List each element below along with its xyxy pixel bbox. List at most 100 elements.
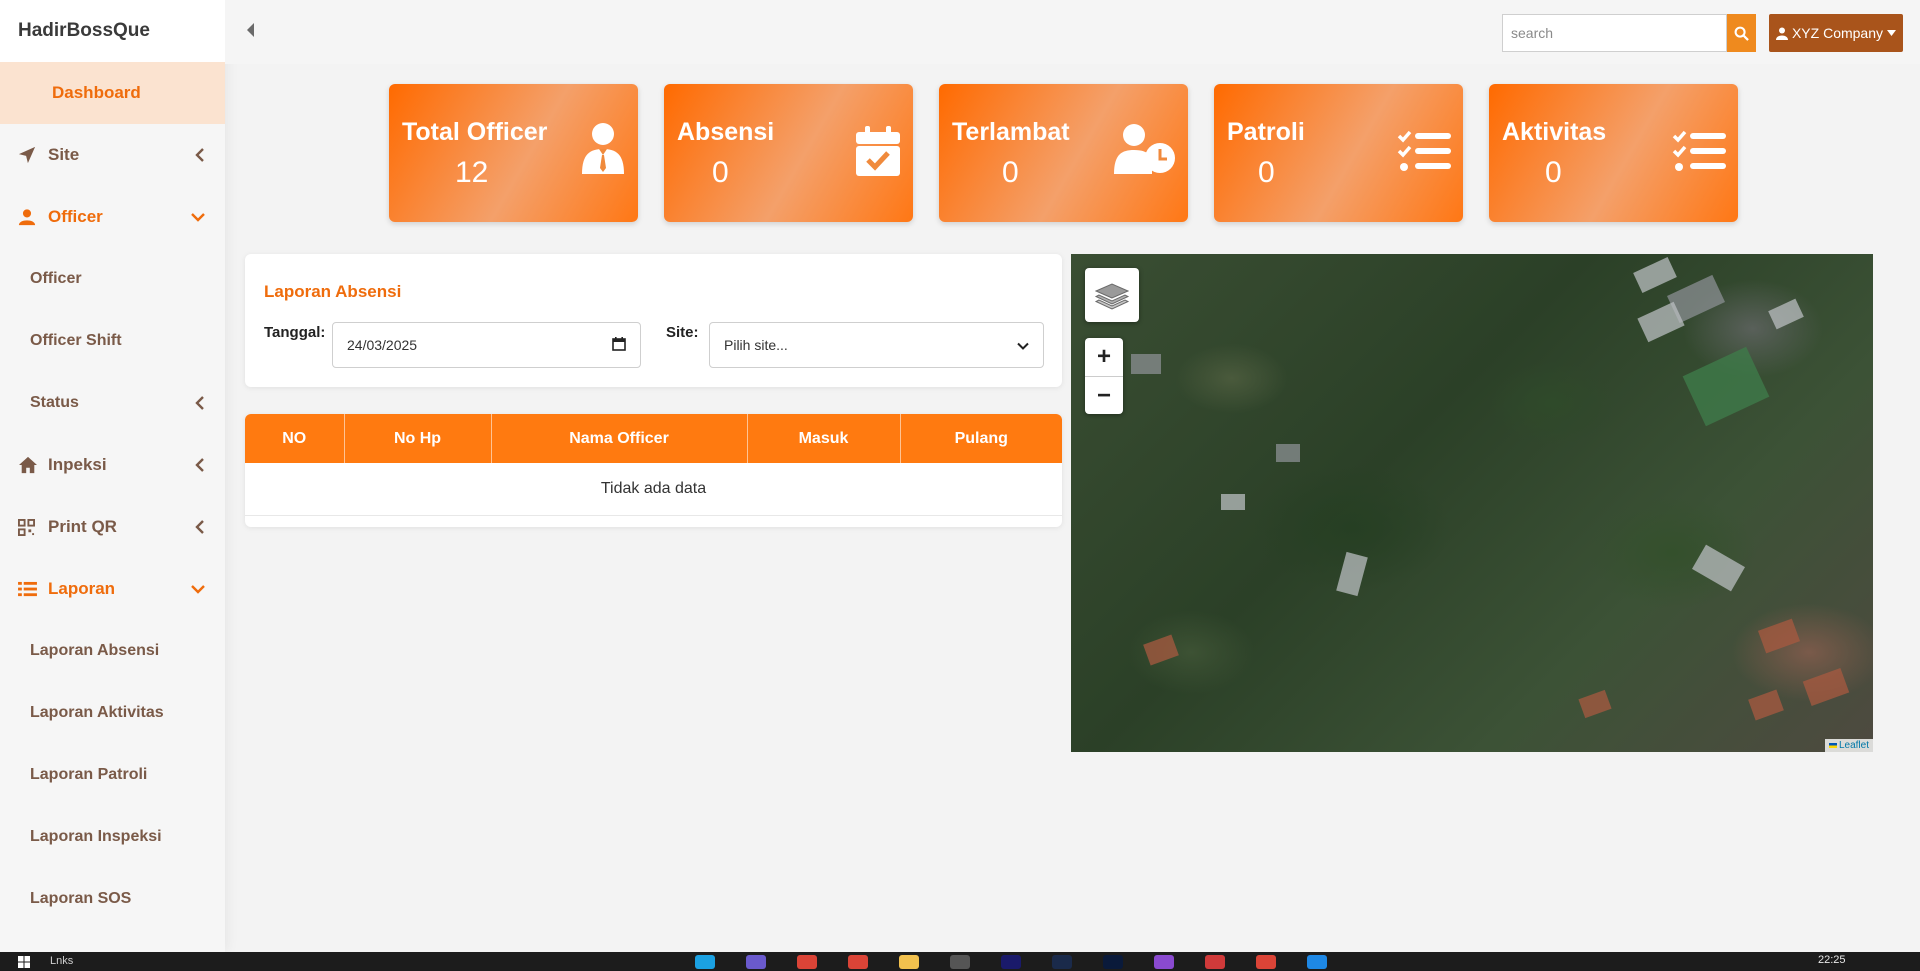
sidebar-subitem-laporan-absensi[interactable]: Laporan Absensi: [0, 620, 225, 682]
tanggal-date-input[interactable]: 24/03/2025: [332, 322, 641, 368]
top-bar: XYZ Company: [225, 0, 1920, 64]
sidebar-subitem-laporan-inspeksi[interactable]: Laporan Inspeksi: [0, 806, 225, 868]
map-attribution-link[interactable]: Leaflet: [1824, 739, 1873, 752]
sidebar-item-label: Laporan Absensi: [30, 642, 160, 659]
map-building: [1768, 298, 1804, 330]
sidebar-item-label: Officer: [48, 207, 103, 226]
taskbar-search[interactable]: Lnks: [50, 955, 73, 967]
chrome-icon[interactable]: [797, 955, 817, 969]
user-icon: [18, 208, 48, 226]
stat-card-absensi[interactable]: Absensi 0: [664, 84, 913, 222]
sidebar-item-label: Officer Shift: [30, 332, 122, 349]
app-icon[interactable]: [1154, 955, 1174, 969]
stat-card-terlambat[interactable]: Terlambat 0: [939, 84, 1188, 222]
stat-card-title: Terlambat: [952, 118, 1070, 146]
calendar-check-icon: [855, 126, 901, 181]
voice-app-icon[interactable]: [1205, 955, 1225, 969]
sidebar-subitem-status[interactable]: Status: [0, 372, 225, 434]
sidebar-item-print-qr[interactable]: Print QR: [0, 496, 225, 558]
map-layers-button[interactable]: [1085, 268, 1139, 322]
vscode-icon[interactable]: [1307, 955, 1327, 969]
brand-logo-text[interactable]: HadirBossQue: [0, 0, 225, 62]
absensi-table: NO No Hp Nama Officer Masuk Pulang Tidak…: [245, 414, 1062, 527]
file-explorer-icon[interactable]: [899, 955, 919, 969]
column-header-pulang[interactable]: Pulang: [900, 414, 1062, 463]
map-building: [1336, 551, 1368, 597]
sidebar-item-site[interactable]: Site: [0, 124, 225, 186]
stat-card-total-officer[interactable]: Total Officer 12: [389, 84, 638, 222]
chevron-down-icon: [191, 584, 205, 594]
column-header-no-hp[interactable]: No Hp: [344, 414, 492, 463]
tanggal-label: Tanggal:: [264, 324, 326, 341]
sidebar-item-label: Status: [30, 394, 79, 411]
company-dropdown-button[interactable]: XYZ Company: [1769, 14, 1903, 52]
panel-title: Laporan Absensi: [264, 282, 402, 301]
copilot-icon[interactable]: [746, 955, 766, 969]
map-building: [1802, 667, 1850, 707]
sidebar-item-label: Print QR: [48, 517, 117, 536]
sidebar-item-dashboard[interactable]: Dashboard: [0, 62, 225, 124]
laporan-absensi-panel: Laporan Absensi Tanggal: 24/03/2025 Site…: [245, 254, 1062, 387]
attribution-text: Leaflet: [1838, 740, 1869, 751]
select-value: Pilih site...: [724, 337, 788, 353]
map-building: [1578, 689, 1612, 719]
sidebar-item-label: Laporan Inspeksi: [30, 828, 162, 845]
search-input[interactable]: [1502, 14, 1727, 52]
search-bar: [1502, 14, 1756, 52]
search-icon: [1734, 26, 1749, 41]
company-name: XYZ Company: [1791, 25, 1884, 41]
sidebar-subitem-officer-shift[interactable]: Officer Shift: [0, 310, 225, 372]
column-header-masuk[interactable]: Masuk: [747, 414, 901, 463]
sidebar-subitem-laporan-sos[interactable]: Laporan SOS: [0, 868, 225, 930]
stat-card-aktivitas[interactable]: Aktivitas 0: [1489, 84, 1738, 222]
github-icon[interactable]: [950, 955, 970, 969]
sidebar-item-label: Laporan: [48, 579, 116, 598]
site-select[interactable]: Pilih site...: [709, 322, 1044, 368]
location-arrow-icon: [18, 146, 48, 164]
column-header-no[interactable]: NO: [245, 414, 345, 463]
stat-card-title: Patroli: [1227, 118, 1305, 146]
zoom-in-button[interactable]: +: [1085, 338, 1123, 376]
sidebar-subitem-officer[interactable]: Officer: [0, 248, 225, 310]
sidebar-item-label: Site: [48, 145, 80, 164]
map-building: [1143, 634, 1179, 666]
sidebar-item-laporan[interactable]: Laporan: [0, 558, 225, 620]
photoshop-icon[interactable]: [1103, 955, 1123, 969]
stat-card-title: Absensi: [677, 118, 775, 146]
taskbar-apps: [695, 955, 1327, 969]
user-clock-icon: [1114, 124, 1176, 179]
sidebar-item-label: Officer: [30, 270, 82, 287]
site-label: Site:: [666, 324, 699, 341]
sidebar-item-officer[interactable]: Officer: [0, 186, 225, 248]
sidebar-item-label: Laporan SOS: [30, 890, 132, 907]
sidebar-item-inpeksi[interactable]: Inpeksi: [0, 434, 225, 496]
taskbar-clock[interactable]: 22:25: [1818, 954, 1846, 966]
map-building: [1748, 689, 1784, 721]
sidebar-subitem-laporan-patroli[interactable]: Laporan Patroli: [0, 744, 225, 806]
edge-icon[interactable]: [695, 955, 715, 969]
sidebar-subitem-laporan-aktivitas[interactable]: Laporan Aktivitas: [0, 682, 225, 744]
user-icon: [1775, 27, 1788, 40]
stat-card-patroli[interactable]: Patroli 0: [1214, 84, 1463, 222]
windows-start-icon[interactable]: [18, 956, 30, 968]
chevron-down-icon: [1017, 337, 1029, 353]
chrome-icon[interactable]: [848, 955, 868, 969]
zoom-out-button[interactable]: −: [1085, 376, 1123, 414]
column-header-nama-officer[interactable]: Nama Officer: [491, 414, 748, 463]
qrcode-icon: [18, 518, 48, 536]
stat-card-value: 12: [455, 156, 489, 189]
satellite-map[interactable]: + − Leaflet: [1071, 254, 1873, 752]
map-zoom-control: + −: [1085, 338, 1123, 414]
calendar-icon[interactable]: [612, 336, 626, 354]
sidebar-item-label: Dashboard: [52, 83, 141, 102]
sidebar-item-label: Laporan Aktivitas: [30, 704, 164, 721]
chrome-icon[interactable]: [1256, 955, 1276, 969]
premiere-icon[interactable]: [1001, 955, 1021, 969]
search-button[interactable]: [1727, 14, 1756, 52]
data-table: NO No Hp Nama Officer Masuk Pulang Tidak…: [245, 414, 1062, 516]
tasks-icon: [1672, 130, 1726, 177]
map-field: [1682, 346, 1770, 427]
sidebar-item-label: Inpeksi: [48, 455, 107, 474]
audition-icon[interactable]: [1052, 955, 1072, 969]
sidebar-toggle-icon[interactable]: [245, 22, 255, 43]
